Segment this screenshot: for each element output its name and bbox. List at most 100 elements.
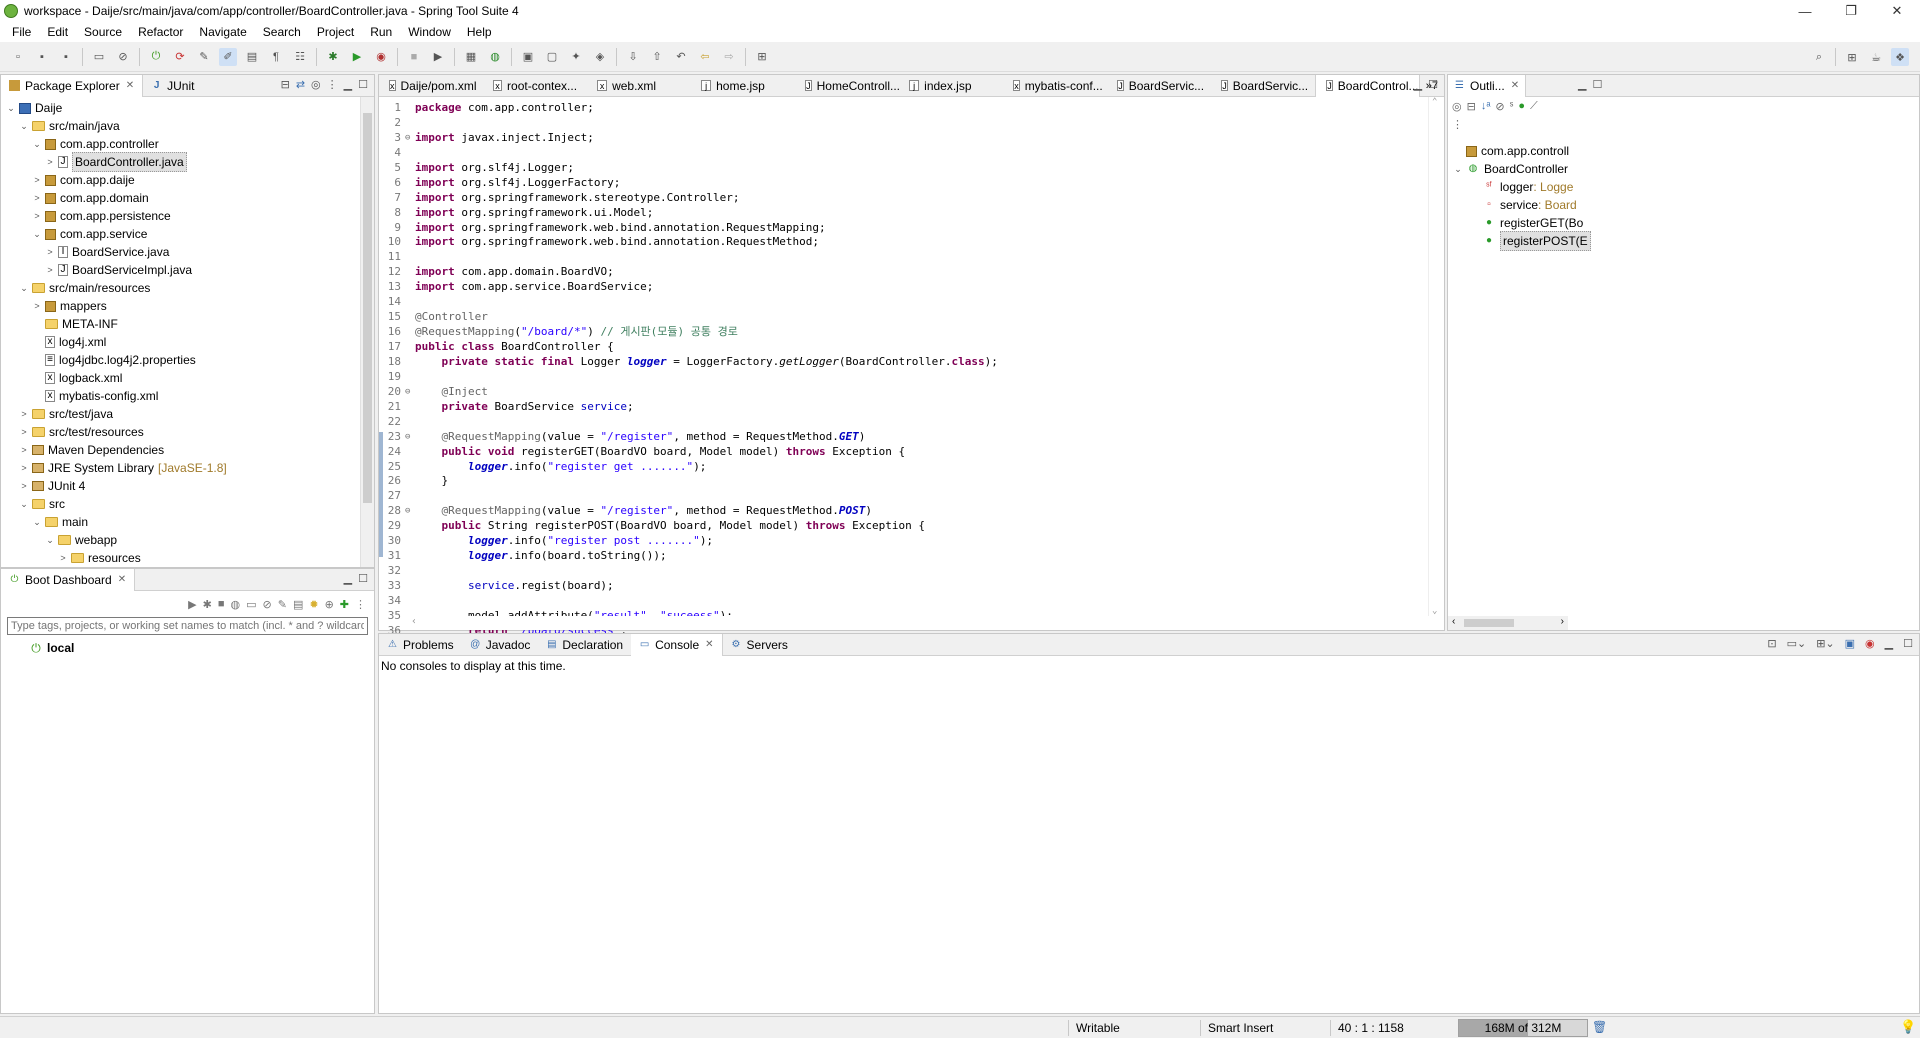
outline-item[interactable]: com.app.controll bbox=[1448, 142, 1919, 160]
chevron-down-icon[interactable]: ⌄ bbox=[31, 225, 43, 243]
menu-source[interactable]: Source bbox=[76, 25, 130, 39]
code-line[interactable]: 19 bbox=[379, 370, 1428, 385]
menu-search[interactable]: Search bbox=[255, 25, 309, 39]
code-line[interactable]: 32 bbox=[379, 564, 1428, 579]
outline-item[interactable]: ▫ service : Board bbox=[1448, 196, 1919, 214]
code-line[interactable]: 21 private BoardService service; bbox=[379, 400, 1428, 415]
code-line[interactable]: 22 bbox=[379, 415, 1428, 430]
menu-run[interactable]: Run bbox=[362, 25, 400, 39]
save-all-icon[interactable]: ▪ bbox=[57, 48, 75, 66]
chevron-right-icon[interactable]: > bbox=[31, 297, 43, 315]
fold-icon[interactable]: ⊖ bbox=[405, 385, 413, 400]
minimize-icon[interactable]: ▁ bbox=[344, 572, 352, 585]
sort-icon[interactable]: ↓ᵃ bbox=[1481, 100, 1491, 113]
minimize-button[interactable]: — bbox=[1782, 0, 1828, 22]
spring-boot-console-icon[interactable]: ◉ bbox=[1865, 637, 1875, 650]
close-button[interactable]: ✕ bbox=[1874, 0, 1920, 22]
menu-project[interactable]: Project bbox=[309, 25, 362, 39]
view-menu-icon[interactable]: ⋮ bbox=[327, 78, 338, 91]
menu-edit[interactable]: Edit bbox=[39, 25, 76, 39]
tree-item[interactable]: x mybatis-config.xml bbox=[1, 387, 374, 405]
back-icon[interactable]: ⇦ bbox=[696, 48, 714, 66]
external-tools-icon[interactable]: ▶ bbox=[429, 48, 447, 66]
menu-window[interactable]: Window bbox=[400, 25, 459, 39]
code-line[interactable]: 6 import org.slf4j.LoggerFactory; bbox=[379, 176, 1428, 191]
chevron-right-icon[interactable]: > bbox=[31, 207, 43, 225]
code-line[interactable]: 16 @RequestMapping("/board/*") // 게시판(모듈)… bbox=[379, 325, 1428, 340]
maximize-icon[interactable]: ☐ bbox=[358, 78, 368, 91]
open-type-icon[interactable]: ▣ bbox=[519, 48, 537, 66]
scrollbar-thumb[interactable] bbox=[363, 113, 372, 503]
tree-item[interactable]: ≡ log4jdbc.log4j2.properties bbox=[1, 351, 374, 369]
code-line[interactable]: 29 public String registerPOST(BoardVO bo… bbox=[379, 519, 1428, 534]
restart-icon[interactable]: ◍ bbox=[230, 598, 240, 611]
open-folder-icon[interactable]: ▢ bbox=[543, 48, 561, 66]
tree-item[interactable]: ⌄ com.app.service bbox=[1, 225, 374, 243]
fold-icon[interactable]: ⊖ bbox=[405, 504, 413, 519]
view-menu-icon[interactable]: ⋮ bbox=[355, 598, 366, 611]
pin-console-icon[interactable]: ⊡ bbox=[1767, 637, 1776, 650]
chevron-down-icon[interactable]: ⌄ bbox=[18, 495, 30, 513]
tree-item[interactable]: > src/test/java bbox=[1, 405, 374, 423]
code-line[interactable]: 15 @Controller bbox=[379, 310, 1428, 325]
editor-tab[interactable]: x web.xml bbox=[587, 75, 691, 97]
editor-tab[interactable]: J HomeControll... bbox=[795, 75, 899, 97]
chevron-right-icon[interactable]: > bbox=[44, 153, 56, 171]
code-line[interactable]: 9 import org.springframework.web.bind.ann… bbox=[379, 221, 1428, 236]
run-icon[interactable]: ▶ bbox=[348, 48, 366, 66]
tree-item[interactable]: > J BoardController.java bbox=[1, 152, 374, 172]
maximize-icon[interactable]: ☐ bbox=[1428, 78, 1438, 91]
code-line[interactable]: 34 bbox=[379, 594, 1428, 609]
tree-item[interactable]: > com.app.daije bbox=[1, 171, 374, 189]
chevron-right-icon[interactable]: > bbox=[31, 189, 43, 207]
java-perspective-icon[interactable]: ☕ bbox=[1867, 48, 1885, 66]
tab-servers[interactable]: ⚙ Servers bbox=[723, 634, 796, 656]
new-java-project-icon[interactable]: ▦ bbox=[462, 48, 480, 66]
tree-item[interactable]: > com.app.persistence bbox=[1, 207, 374, 225]
menu-file[interactable]: File bbox=[4, 25, 39, 39]
chevron-right-icon[interactable]: > bbox=[44, 261, 56, 279]
chevron-right-icon[interactable]: > bbox=[18, 477, 30, 495]
scroll-left-icon[interactable]: ‹ bbox=[1452, 616, 1455, 627]
hide-local-types-icon[interactable]: ⟋ bbox=[1530, 100, 1538, 113]
tree-item[interactable]: > J BoardServiceImpl.java bbox=[1, 261, 374, 279]
code-line[interactable]: 1 package com.app.controller; bbox=[379, 101, 1428, 116]
close-icon[interactable]: ✕ bbox=[1511, 80, 1519, 91]
editor-tab[interactable]: x Daije/pom.xml bbox=[379, 75, 483, 97]
outline-item[interactable]: ● registerGET(Bo bbox=[1448, 214, 1919, 232]
chevron-down-icon[interactable]: ⌄ bbox=[18, 117, 30, 135]
code-line[interactable]: 14 bbox=[379, 295, 1428, 310]
code-line[interactable]: 27 bbox=[379, 489, 1428, 504]
previous-annotation-icon[interactable]: ⇧ bbox=[648, 48, 666, 66]
tab-problems[interactable]: ⚠ Problems bbox=[379, 634, 462, 656]
tab-console[interactable]: ▭ Console ✕ bbox=[631, 633, 723, 656]
minimize-icon[interactable]: ▁ bbox=[344, 78, 352, 91]
debug-icon[interactable]: ✱ bbox=[203, 598, 212, 611]
view-menu-icon[interactable]: ⋮ bbox=[1452, 118, 1564, 131]
tree-item[interactable]: > I BoardService.java bbox=[1, 243, 374, 261]
open-task-icon[interactable]: ◈ bbox=[591, 48, 609, 66]
chevron-right-icon[interactable]: > bbox=[18, 459, 30, 477]
package-explorer-scrollbar[interactable] bbox=[360, 97, 374, 567]
editor-tab[interactable]: x mybatis-conf... bbox=[1003, 75, 1107, 97]
editor-tab[interactable]: j home.jsp bbox=[691, 75, 795, 97]
tree-item[interactable]: > Maven Dependencies bbox=[1, 441, 374, 459]
collapse-all-icon[interactable]: ⊟ bbox=[281, 78, 290, 91]
tips-icon[interactable]: 💡 bbox=[1900, 1019, 1916, 1035]
outline-item[interactable]: ⌄ ◍ BoardController bbox=[1448, 160, 1919, 178]
heap-status[interactable]: 168M of 312M bbox=[1458, 1019, 1588, 1037]
code-line[interactable]: 26 } bbox=[379, 474, 1428, 489]
code-line[interactable]: 31 logger.info(board.toString()); bbox=[379, 549, 1428, 564]
collapse-icon[interactable]: ⊟ bbox=[1467, 100, 1476, 113]
close-icon[interactable]: ✕ bbox=[118, 574, 126, 585]
tab-package-explorer[interactable]: Package Explorer ✕ bbox=[1, 74, 144, 97]
tree-item[interactable]: > src/test/resources bbox=[1, 423, 374, 441]
focus-icon[interactable]: ◎ bbox=[1452, 100, 1462, 113]
relaunch-icon[interactable]: ⟳ bbox=[171, 48, 189, 66]
stop-icon[interactable]: ■ bbox=[218, 598, 225, 610]
coverage-icon[interactable]: ◉ bbox=[372, 48, 390, 66]
save-icon[interactable]: ▪ bbox=[33, 48, 51, 66]
fold-icon[interactable]: ⊖ bbox=[405, 430, 413, 445]
tree-item[interactable]: META-INF bbox=[1, 315, 374, 333]
scrollbar-thumb[interactable] bbox=[1464, 619, 1514, 627]
